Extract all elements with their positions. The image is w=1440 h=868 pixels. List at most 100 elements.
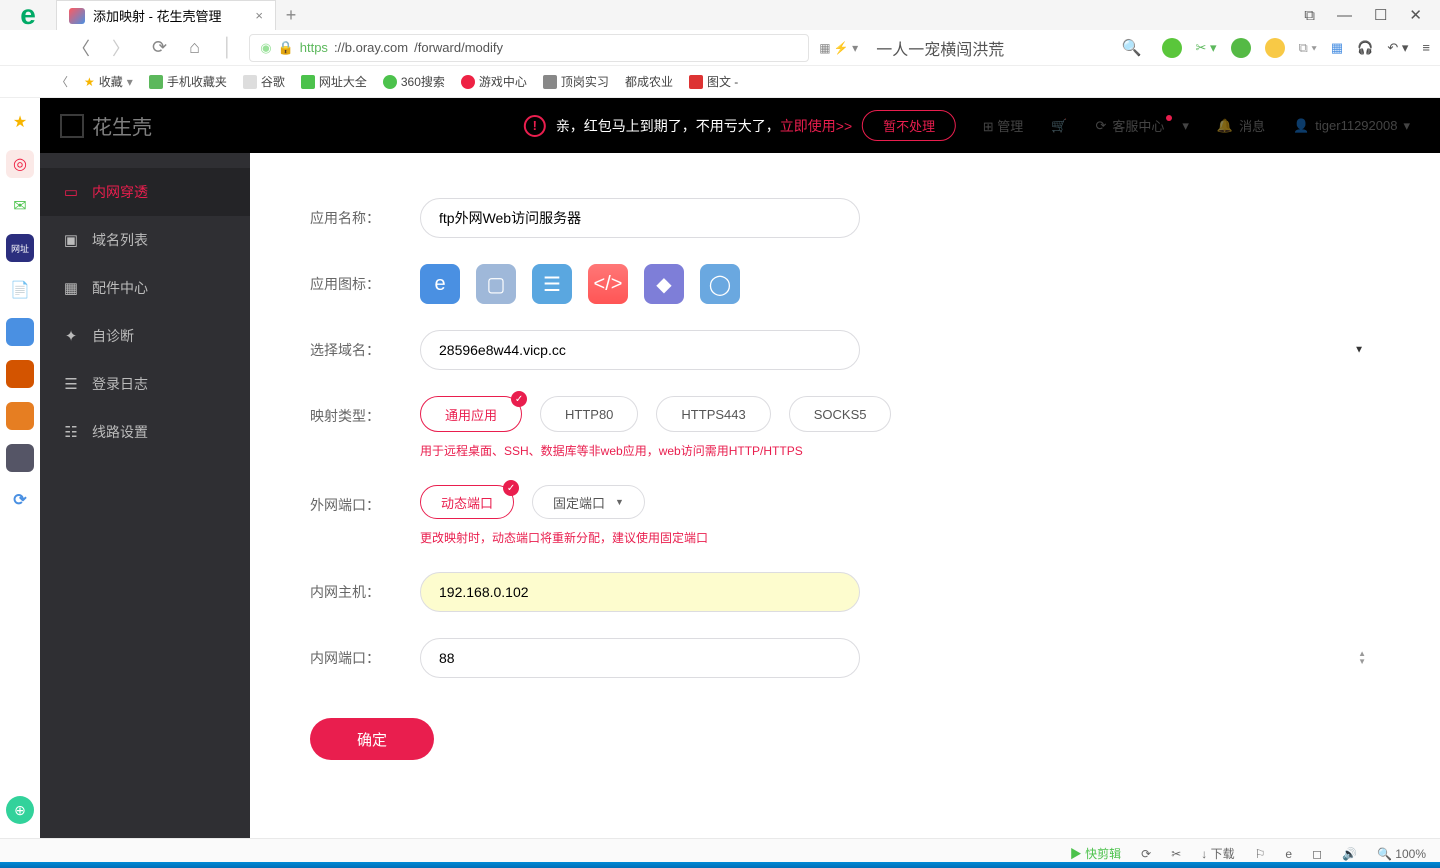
map-type-label: 映射类型： [310,396,420,426]
minimize-icon[interactable]: — [1337,7,1352,24]
bookmark-item-2[interactable]: 网址大全 [301,73,367,90]
rail-weibo-icon[interactable]: ◎ [6,150,34,178]
bookmarks-prev[interactable]: 〈 [56,73,68,90]
status-zoom[interactable]: 🔍 100% [1377,847,1426,861]
bookmark-item-6[interactable]: 都成农业 [625,73,673,90]
rail-app-2[interactable] [6,318,34,346]
extensions-icon[interactable]: ⧉ [1304,7,1315,24]
form-area: 应用名称： 应用图标： e ▢ ☰ </> ◆ ◯ 选择域名： ▼ 映射类型： [250,98,1440,838]
domain-select[interactable] [420,330,860,370]
browser-logo: e [0,0,56,30]
menu-icon[interactable]: ≡ [1422,40,1430,55]
url-host: ://b.oray.com [334,40,408,55]
ext-icon-3[interactable] [1265,38,1285,58]
ext-icon-headset[interactable]: 🎧 [1357,40,1373,56]
sidebar-item-diagnose[interactable]: ✦自诊断 [40,312,250,360]
ext-icon-bookmark[interactable]: ⧉ ▾ [1299,40,1317,56]
sidebar-item-domains[interactable]: ▣域名列表 [40,216,250,264]
tab-title: 添加映射 - 花生壳管理 [93,6,222,25]
brand-text: 花生壳 [92,111,152,140]
sidebar-item-label: 配件中心 [92,278,148,298]
banner-dismiss-button[interactable]: 暂不处理 [862,110,956,141]
home-icon[interactable]: ⌂ [183,37,206,58]
rail-app-3[interactable] [6,360,34,388]
search-icon[interactable]: 🔍 [1122,38,1142,58]
rail-bottom-app[interactable]: ⊕ [6,796,34,824]
search-hint[interactable]: 一人一宠横闯洪荒 [868,36,1111,60]
sidebar-item-parts[interactable]: ▦配件中心 [40,264,250,312]
hdr-support[interactable]: ⟳ 客服中心 ▾ [1095,116,1188,135]
url-path: /forward/modify [414,40,503,55]
app-icon-doc[interactable]: ☰ [532,264,572,304]
app-icon-cam[interactable]: ◯ [700,264,740,304]
translate-icon[interactable]: ▦ ⚡ ▾ [819,41,858,55]
app-icon-cloud[interactable]: ◆ [644,264,684,304]
rail-app-1[interactable]: 网址 [6,234,34,262]
ext-icon-scissors[interactable]: ✂ ▾ [1196,40,1217,56]
status-download[interactable]: ↓ 下载 [1201,845,1234,862]
bookmark-item-1[interactable]: 谷歌 [243,73,285,90]
rail-doc-icon[interactable]: 📄 [6,276,34,304]
host-input[interactable] [420,572,860,612]
ext-port-hint: 更改映射时，动态端口将重新分配，建议使用固定端口 [420,529,1380,546]
bookmark-item-3[interactable]: 360搜索 [383,73,445,90]
bookmark-item-5[interactable]: 顶岗实习 [543,73,609,90]
bookmark-item-4[interactable]: 游戏中心 [461,73,527,90]
sidebar-item-log[interactable]: ☰登录日志 [40,360,250,408]
map-type-http[interactable]: HTTP80 [540,396,638,432]
reload-icon[interactable]: ⟳ [146,37,173,58]
hdr-mgmt[interactable]: ⊞ 管理 [983,116,1024,135]
ext-port-dynamic[interactable]: 动态端口✓ [420,485,514,519]
penetration-icon: ▭ [62,183,80,201]
status-clip[interactable]: ▶ 快剪辑 [1070,845,1121,862]
app-name-input[interactable] [420,198,860,238]
hdr-notice[interactable]: 🔔 消息 [1217,116,1265,135]
chevron-down-icon: ▼ [1354,345,1364,356]
ext-icon-1[interactable] [1162,38,1182,58]
close-window-icon[interactable]: ✕ [1409,6,1422,24]
ext-icon-undo[interactable]: ↶ ▾ [1387,40,1408,56]
submit-button[interactable]: 确定 [310,718,434,760]
nav-back-icon[interactable]: 〈 [66,35,96,61]
ext-icon-2[interactable] [1231,38,1251,58]
sidebar-item-route[interactable]: ☷线路设置 [40,408,250,456]
port-stepper[interactable]: ▲▼ [1358,650,1366,666]
active-tab[interactable]: 添加映射 - 花生壳管理 × [56,0,276,30]
nav-forward-icon: 〉 [106,35,136,61]
rail-app-6[interactable]: ⟳ [6,486,34,514]
ext-icon-grid[interactable]: ▦ [1331,40,1343,56]
status-flag-icon[interactable]: ⚐ [1255,847,1266,861]
bookmark-item-7[interactable]: 图文 - [689,73,738,90]
maximize-icon[interactable]: ☐ [1374,6,1387,24]
bookmarks-star[interactable]: ★收藏▾ [84,73,133,90]
app-icon-code[interactable]: </> [588,264,628,304]
os-taskbar [0,862,1440,868]
hdr-cart[interactable]: 🛒 [1051,118,1067,134]
status-scissors-icon[interactable]: ✂ [1171,847,1181,861]
rail-star-icon[interactable]: ★ [6,108,34,136]
map-type-general[interactable]: 通用应用✓ [420,396,522,432]
rail-mail-icon[interactable]: ✉ [6,192,34,220]
browser-logo-icon: e [8,0,48,35]
map-type-socks5[interactable]: SOCKS5 [789,396,892,432]
status-e-icon[interactable]: e [1285,847,1292,861]
hdr-user[interactable]: 👤 tiger11292008 ▾ [1293,118,1410,134]
ext-port-fixed[interactable]: 固定端口 [532,485,645,519]
status-sync-icon[interactable]: ⟳ [1141,847,1151,861]
app-icon-device[interactable]: ▢ [476,264,516,304]
port-input[interactable] [420,638,860,678]
sidebar-item-penetration[interactable]: ▭内网穿透 [40,168,250,216]
app-icon-ie[interactable]: e [420,264,460,304]
new-tab-button[interactable]: + [276,0,306,30]
close-tab-icon[interactable]: × [255,8,263,23]
map-type-https[interactable]: HTTPS443 [656,396,770,432]
rail-app-4[interactable] [6,402,34,430]
status-sound-icon[interactable]: 🔊 [1342,847,1357,861]
address-bar[interactable]: ◉ 🔒 https ://b.oray.com /forward/modify [249,34,809,62]
rail-app-5[interactable] [6,444,34,472]
app-sidebar: ▭内网穿透 ▣域名列表 ▦配件中心 ✦自诊断 ☰登录日志 ☷线路设置 [40,98,250,838]
bookmark-item-0[interactable]: 手机收藏夹 [149,73,227,90]
banner-link[interactable]: 立即使用>> [780,118,852,134]
status-window-icon[interactable]: ◻ [1312,847,1322,861]
check-icon: ✓ [503,480,519,496]
